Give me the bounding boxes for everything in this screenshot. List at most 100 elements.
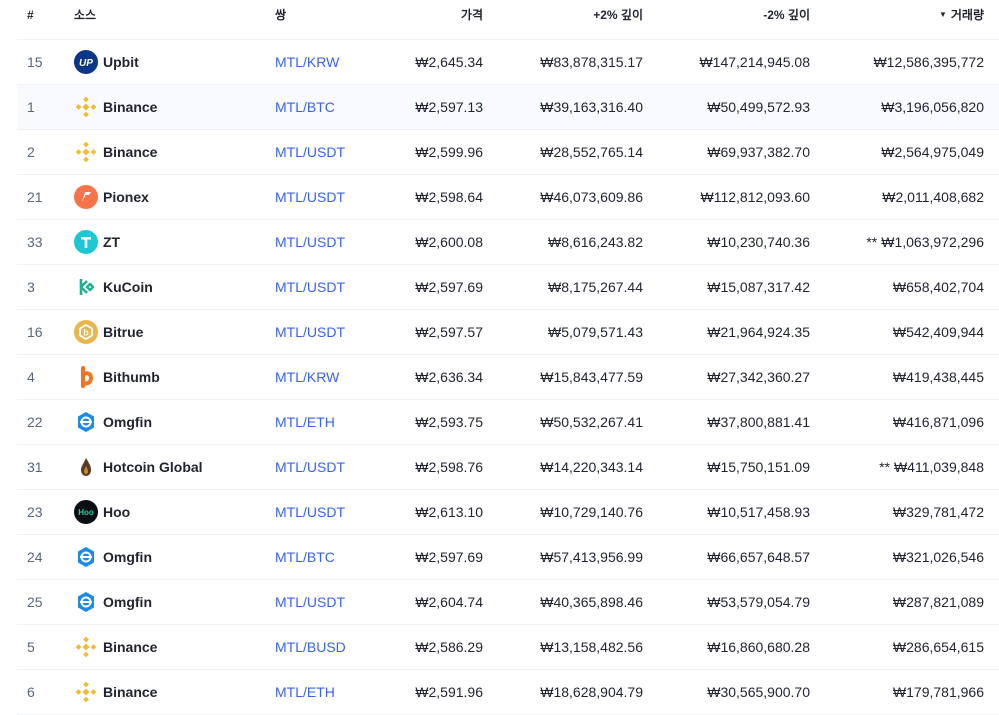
exchange-source[interactable]: Binance [74, 670, 157, 714]
exchange-source[interactable]: Binance [74, 625, 157, 669]
pair-link[interactable]: MTL/BUSD [275, 625, 346, 669]
header-price[interactable]: 가격 [461, 0, 483, 34]
pair-link-text[interactable]: MTL/BUSD [275, 639, 346, 655]
pair-link-text[interactable]: MTL/USDT [275, 189, 345, 205]
price-value: ₩2,597.69 [415, 549, 483, 565]
pair-link-text[interactable]: MTL/USDT [275, 594, 345, 610]
pair-link[interactable]: MTL/USDT [275, 310, 345, 354]
exchange-name[interactable]: Omgfin [103, 549, 152, 565]
table-row[interactable]: 5 Binance MTL/BUSD ₩2,586.29 ₩13,158,482.56 ₩… [17, 625, 999, 670]
omgfin-logo-icon [74, 410, 98, 434]
plus-depth-value: ₩8,616,243.82 [548, 234, 643, 250]
pionex-logo-icon [74, 185, 98, 209]
pair-link[interactable]: MTL/USDT [275, 175, 345, 219]
row-rank: 22 [27, 414, 43, 430]
table-row[interactable]: 2 Binance MTL/USDT ₩2,599.96 ₩28,552,765.14 ₩… [17, 130, 999, 175]
header-minus-depth[interactable]: -2% 깊이 [763, 0, 810, 34]
table-row[interactable]: 3 KuCoin MTL/USDT ₩2,597.69 ₩8,175,267.44 ₩15… [17, 265, 999, 310]
pair-link-text[interactable]: MTL/KRW [275, 54, 339, 70]
exchange-name[interactable]: Pionex [103, 189, 149, 205]
exchange-name[interactable]: Bithumb [103, 369, 160, 385]
table-row[interactable]: 25 Omgfin MTL/USDT ₩2,604.74 ₩40,365,898.46 ₩… [17, 580, 999, 625]
pair-link[interactable]: MTL/BTC [275, 535, 335, 579]
exchange-source[interactable]: Omgfin [74, 580, 152, 624]
exchange-source[interactable]: KuCoin [74, 265, 153, 309]
exchange-name[interactable]: Binance [103, 639, 157, 655]
exchange-name[interactable]: ZT [103, 234, 120, 250]
table-row[interactable]: 15 UP Upbit MTL/KRW ₩2,645.34 ₩83,878,315.17 ₩… [17, 40, 999, 85]
exchange-name[interactable]: Omgfin [103, 414, 152, 430]
volume-value: ₩12,586,395,772 [873, 54, 984, 70]
pair-link[interactable]: MTL/KRW [275, 40, 339, 84]
pair-link-text[interactable]: MTL/ETH [275, 414, 335, 430]
minus-depth-value: ₩21,964,924.35 [707, 324, 810, 340]
row-rank: 16 [27, 324, 43, 340]
table-row[interactable]: 33 ZT MTL/USDT ₩2,600.08 ₩8,616,243.82 ₩10,23… [17, 220, 999, 265]
table-row[interactable]: 6 Binance MTL/ETH ₩2,591.96 ₩18,628,904.79 ₩3… [17, 670, 999, 715]
pair-link[interactable]: MTL/KRW [275, 355, 339, 399]
exchange-source[interactable]: ZT [74, 220, 120, 264]
pair-link-text[interactable]: MTL/USDT [275, 234, 345, 250]
table-row[interactable]: 16 b Bitrue MTL/USDT ₩2,597.57 ₩5,079,571.43 ₩… [17, 310, 999, 355]
pair-link[interactable]: MTL/USDT [275, 580, 345, 624]
row-rank: 5 [27, 639, 35, 655]
hotcoin-logo-icon [74, 455, 98, 479]
table-row[interactable]: 24 Omgfin MTL/BTC ₩2,597.69 ₩57,413,956.99 ₩6… [17, 535, 999, 580]
binance-logo-icon [74, 140, 98, 164]
header-source[interactable]: 소스 [74, 0, 96, 34]
exchange-name[interactable]: Hoo [103, 504, 130, 520]
exchange-source[interactable]: Pionex [74, 175, 149, 219]
exchange-name[interactable]: Binance [103, 99, 157, 115]
exchange-source[interactable]: Hoo Hoo [74, 490, 130, 534]
header-plus-depth[interactable]: +2% 깊이 [593, 0, 643, 34]
omgfin-logo-icon [74, 545, 98, 569]
pair-link-text[interactable]: MTL/KRW [275, 369, 339, 385]
exchange-name[interactable]: Omgfin [103, 594, 152, 610]
header-pair[interactable]: 쌍 [275, 0, 286, 34]
table-row[interactable]: 1 Binance MTL/BTC ₩2,597.13 ₩39,163,316.40 ₩5… [17, 85, 999, 130]
exchange-name[interactable]: Bitrue [103, 324, 143, 340]
pair-link[interactable]: MTL/ETH [275, 400, 335, 444]
pair-link[interactable]: MTL/USDT [275, 130, 345, 174]
pair-link[interactable]: MTL/ETH [275, 670, 335, 714]
exchange-source[interactable]: b Bitrue [74, 310, 143, 354]
pair-link[interactable]: MTL/BTC [275, 85, 335, 129]
pair-link-text[interactable]: MTL/USDT [275, 324, 345, 340]
pair-link[interactable]: MTL/USDT [275, 220, 345, 264]
plus-depth-value: ₩10,729,140.76 [540, 504, 643, 520]
zt-logo-icon [74, 230, 98, 254]
pair-link[interactable]: MTL/USDT [275, 490, 345, 534]
price-value: ₩2,597.69 [415, 279, 483, 295]
pair-link-text[interactable]: MTL/USDT [275, 144, 345, 160]
row-rank: 4 [27, 369, 35, 385]
pair-link[interactable]: MTL/USDT [275, 445, 345, 489]
exchange-source[interactable]: Omgfin [74, 400, 152, 444]
pair-link[interactable]: MTL/USDT [275, 265, 345, 309]
exchange-source[interactable]: Bithumb [74, 355, 160, 399]
exchange-name[interactable]: Hotcoin Global [103, 459, 203, 475]
pair-link-text[interactable]: MTL/USDT [275, 504, 345, 520]
svg-text:UP: UP [79, 58, 93, 69]
exchange-source[interactable]: Hotcoin Global [74, 445, 203, 489]
exchange-name[interactable]: Binance [103, 144, 157, 160]
exchange-name[interactable]: Upbit [103, 54, 139, 70]
pair-link-text[interactable]: MTL/USDT [275, 459, 345, 475]
table-row[interactable]: 21 Pionex MTL/USDT ₩2,598.64 ₩46,073,609.86 ₩… [17, 175, 999, 220]
pair-link-text[interactable]: MTL/BTC [275, 99, 335, 115]
exchange-source[interactable]: UP Upbit [74, 40, 139, 84]
exchange-name[interactable]: Binance [103, 684, 157, 700]
exchange-name[interactable]: KuCoin [103, 279, 153, 295]
header-volume[interactable]: ▼ 거래량 [939, 0, 984, 34]
table-row[interactable]: 23 Hoo Hoo MTL/USDT ₩2,613.10 ₩10,729,140.76 ₩… [17, 490, 999, 535]
header-rank[interactable]: # [27, 0, 34, 34]
table-row[interactable]: 4 Bithumb MTL/KRW ₩2,636.34 ₩15,843,477.59 ₩2… [17, 355, 999, 400]
volume-cell: ₩321,026,546 [893, 535, 984, 579]
exchange-source[interactable]: Omgfin [74, 535, 152, 579]
exchange-source[interactable]: Binance [74, 130, 157, 174]
pair-link-text[interactable]: MTL/ETH [275, 684, 335, 700]
pair-link-text[interactable]: MTL/USDT [275, 279, 345, 295]
pair-link-text[interactable]: MTL/BTC [275, 549, 335, 565]
table-row[interactable]: 31 Hotcoin Global MTL/USDT ₩2,598.76 ₩14,220… [17, 445, 999, 490]
table-row[interactable]: 22 Omgfin MTL/ETH ₩2,593.75 ₩50,532,267.41 ₩3… [17, 400, 999, 445]
exchange-source[interactable]: Binance [74, 85, 157, 129]
